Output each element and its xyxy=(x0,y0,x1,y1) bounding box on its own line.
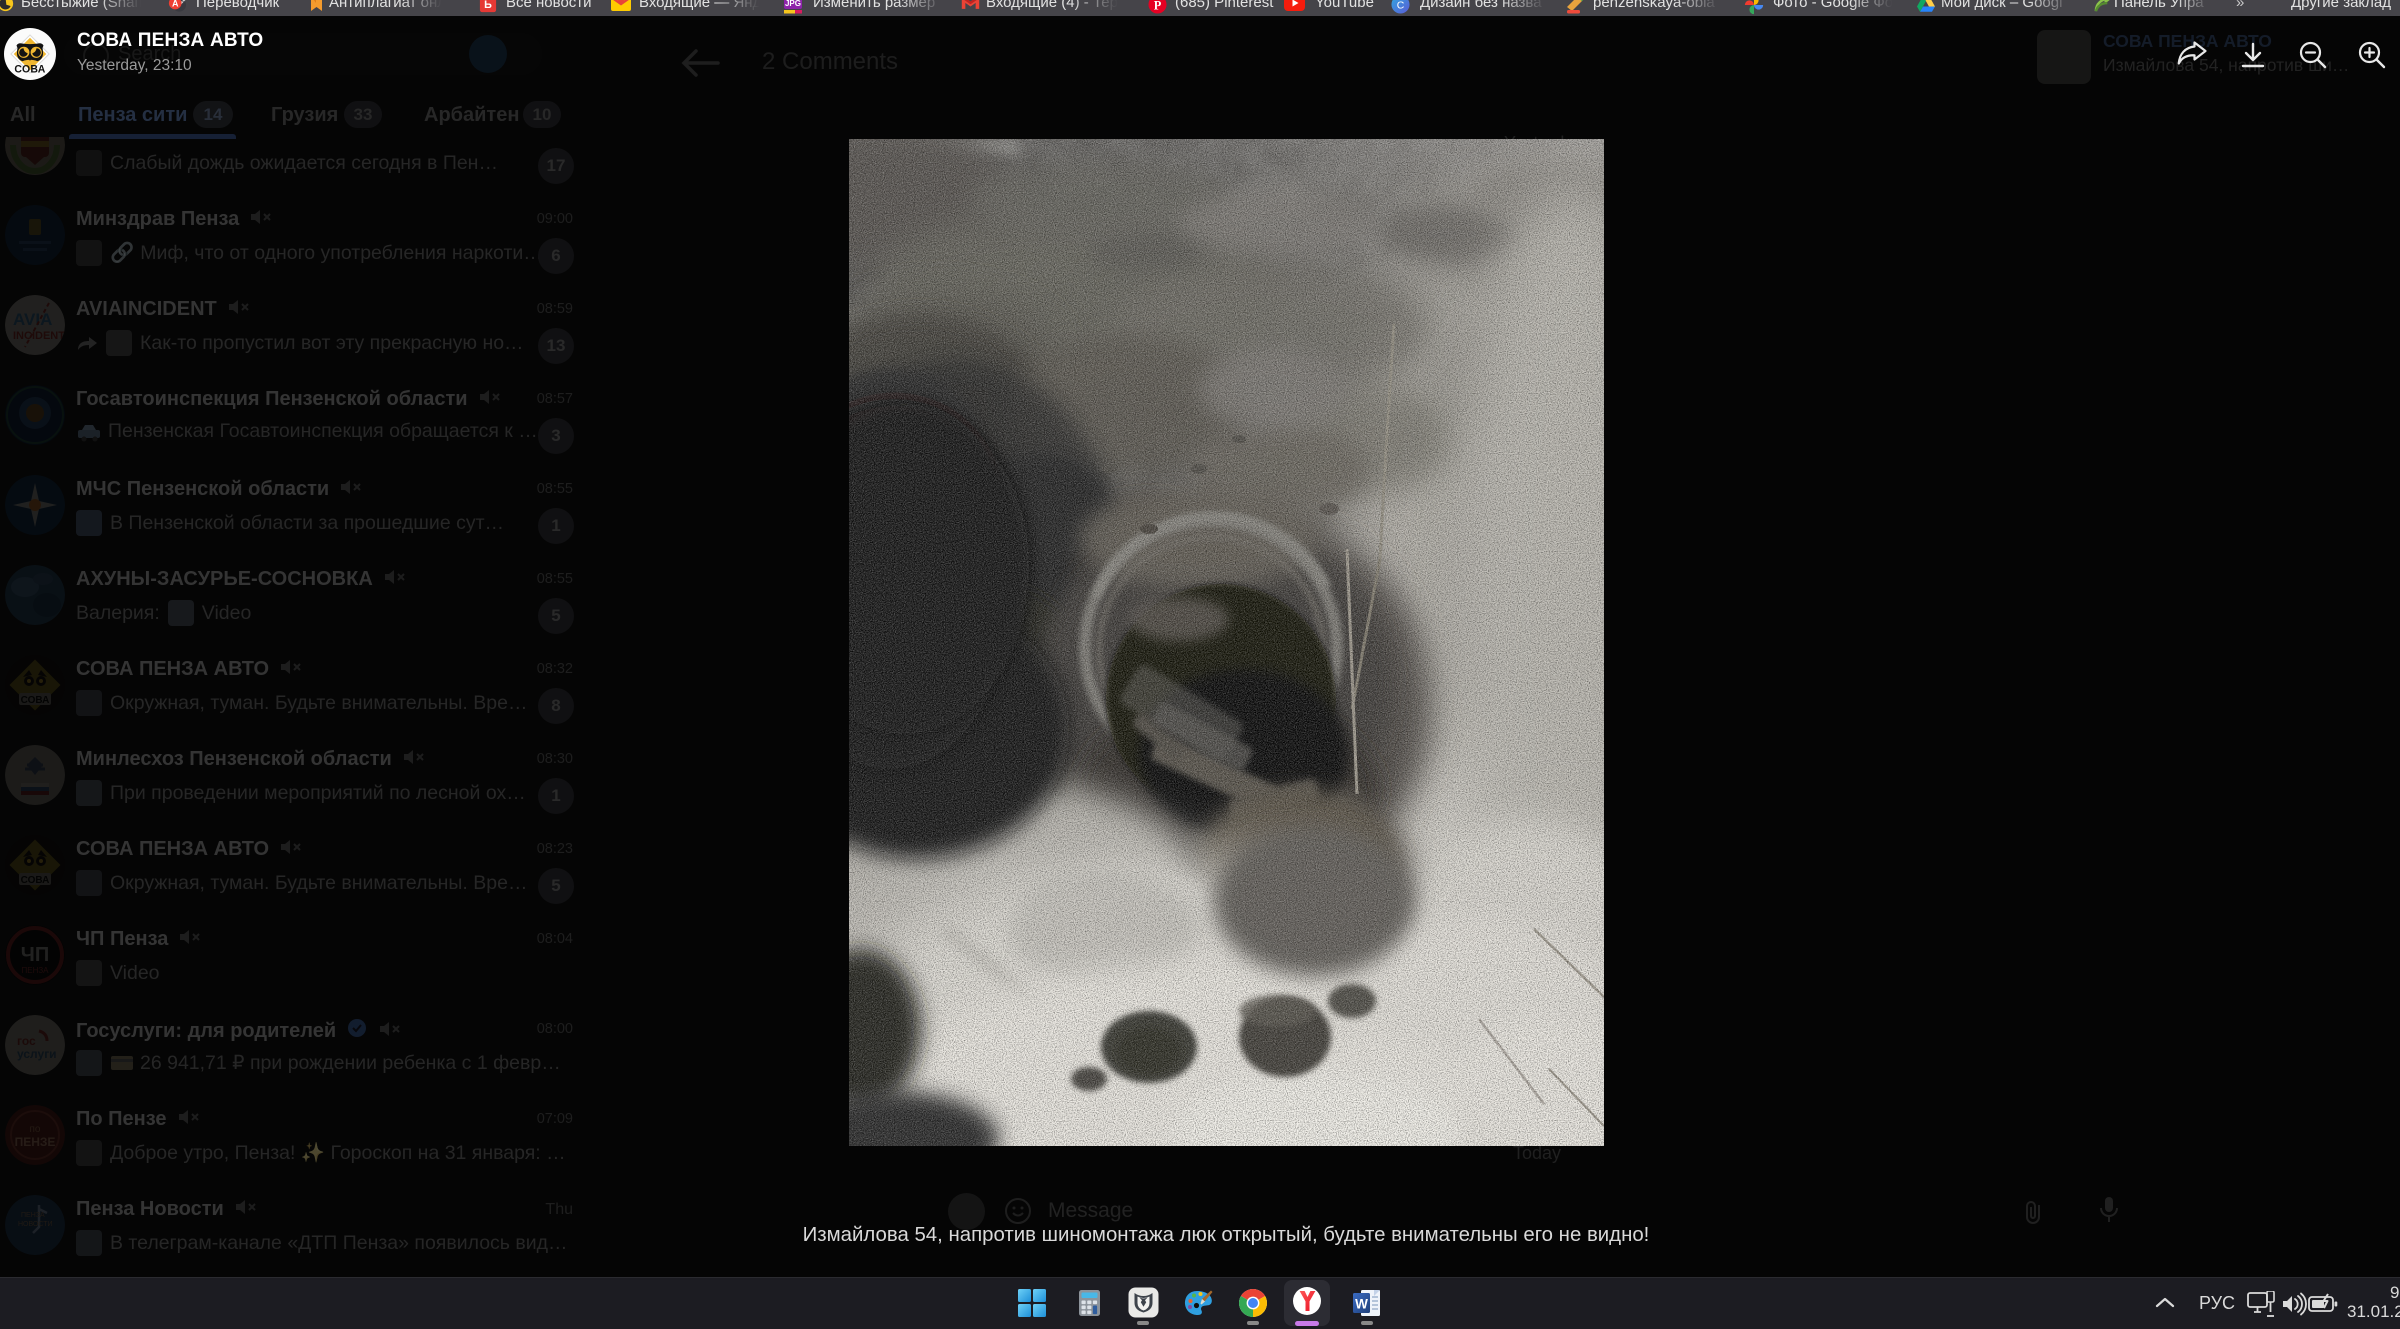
svg-text:СОВА: СОВА xyxy=(14,63,45,75)
svg-text:W: W xyxy=(1355,1297,1368,1312)
